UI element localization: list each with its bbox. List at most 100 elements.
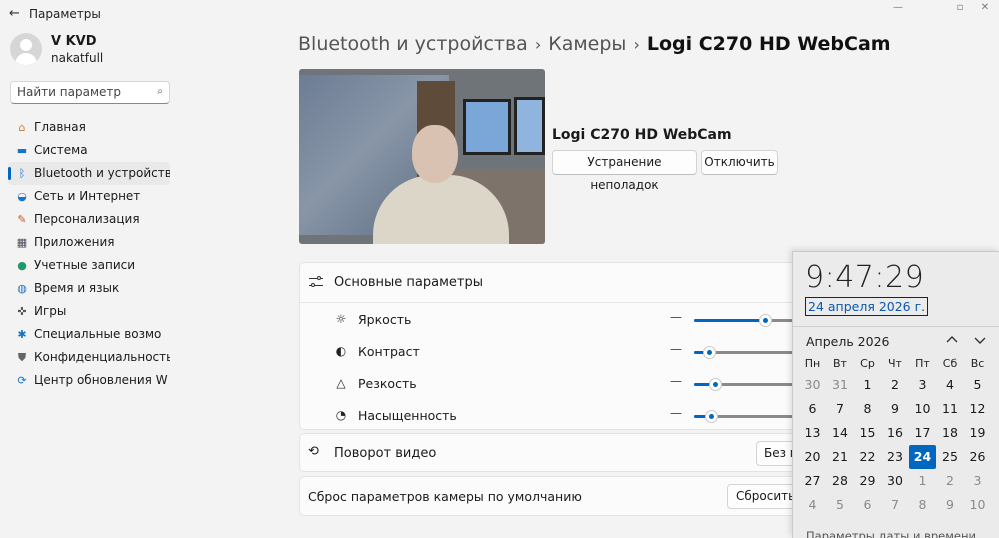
sidebar-item-apps[interactable]: ▦ Приложения xyxy=(8,231,170,254)
calendar-day[interactable]: 14 xyxy=(827,421,854,445)
sharpness-slider[interactable] xyxy=(694,378,800,391)
search-icon[interactable]: ⌕ xyxy=(157,86,163,97)
contrast-slider[interactable] xyxy=(694,346,800,359)
calendar-day[interactable]: 20 xyxy=(799,445,826,469)
calendar-day-outside[interactable]: 31 xyxy=(827,373,854,397)
sidebar-item-label: Время и язык xyxy=(34,281,120,295)
calendar-day[interactable]: 21 xyxy=(827,445,854,469)
calendar-day[interactable]: 15 xyxy=(854,421,881,445)
calendar-day-outside[interactable]: 5 xyxy=(827,493,854,517)
calendar-day[interactable]: 25 xyxy=(937,445,964,469)
calendar-day[interactable]: 8 xyxy=(854,397,881,421)
page-title: Logi C270 HD WebCam xyxy=(646,33,891,55)
camera-preview xyxy=(299,69,545,244)
sidebar-item-home[interactable]: ⌂ Главная xyxy=(8,116,170,139)
sidebar-item-accessibility[interactable]: ✱ Специальные возмо xyxy=(8,323,170,346)
chevron-up-icon[interactable] xyxy=(944,332,960,348)
calendar-day[interactable]: 29 xyxy=(854,469,881,493)
minus-icon: — xyxy=(670,406,682,420)
calendar-day[interactable]: 6 xyxy=(799,397,826,421)
breadcrumb-bluetooth[interactable]: Bluetooth и устройства xyxy=(298,33,528,55)
sidebar-item-network[interactable]: ◒ Сеть и Интернет xyxy=(8,185,170,208)
clock-date-link[interactable]: 24 апреля 2026 г. xyxy=(805,297,929,316)
sidebar-item-system[interactable]: ▬ Система xyxy=(8,139,170,162)
contrast-slider-thumb[interactable] xyxy=(702,346,716,359)
search-box[interactable]: ⌕ xyxy=(10,81,170,104)
maximize-icon[interactable]: ▫ xyxy=(950,2,970,13)
sidebar-item-personalization[interactable]: ✎ Персонализация xyxy=(8,208,170,231)
brightness-slider-thumb[interactable] xyxy=(759,314,773,327)
calendar-day[interactable]: 18 xyxy=(937,421,964,445)
search-input[interactable] xyxy=(17,85,152,99)
calendar-day-outside[interactable]: 7 xyxy=(882,493,909,517)
calendar-day[interactable]: 19 xyxy=(964,421,991,445)
sidebar-item-time-language[interactable]: ◍ Время и язык xyxy=(8,277,170,300)
calendar-day-outside[interactable]: 1 xyxy=(909,469,936,493)
calendar-day[interactable]: 2 xyxy=(882,373,909,397)
sharpness-slider-thumb[interactable] xyxy=(709,378,723,391)
calendar-day[interactable]: 3 xyxy=(909,373,936,397)
calendar-weekday: Вт xyxy=(833,357,847,370)
calendar-month[interactable]: Апрель 2026 xyxy=(806,334,890,349)
wifi-icon: ◒ xyxy=(17,190,27,203)
calendar-day[interactable]: 28 xyxy=(827,469,854,493)
calendar-day-outside[interactable]: 3 xyxy=(964,469,991,493)
sidebar-item-bluetooth[interactable]: ᛒ Bluetooth и устройств xyxy=(8,162,170,185)
calendar-day[interactable]: 1 xyxy=(854,373,881,397)
calendar-weekday: Ср xyxy=(860,357,875,370)
calendar-day[interactable]: 17 xyxy=(909,421,936,445)
calendar-day[interactable]: 30 xyxy=(882,469,909,493)
avatar[interactable] xyxy=(10,33,42,65)
sidebar-item-windows-update[interactable]: ⟳ Центр обновления W xyxy=(8,369,170,392)
sidebar-item-privacy[interactable]: ⛊ Конфиденциальность xyxy=(8,346,170,369)
calendar-day-outside[interactable]: 2 xyxy=(937,469,964,493)
brightness-slider[interactable] xyxy=(694,314,800,327)
minus-icon: — xyxy=(670,374,682,388)
calendar-day[interactable]: 9 xyxy=(882,397,909,421)
calendar-day-outside[interactable]: 30 xyxy=(799,373,826,397)
clock-calendar-flyout: 9:47:29 24 апреля 2026 г. Апрель 2026 Пн… xyxy=(792,251,999,538)
calendar-day[interactable]: 4 xyxy=(937,373,964,397)
saturation-slider[interactable] xyxy=(694,410,800,423)
preview-monitor xyxy=(514,97,545,155)
reset-button[interactable]: Сбросить xyxy=(727,484,802,509)
calendar-day[interactable]: 27 xyxy=(799,469,826,493)
chevron-right-icon: › xyxy=(534,35,542,54)
calendar-day[interactable]: 16 xyxy=(882,421,909,445)
back-arrow-icon[interactable]: ← xyxy=(9,6,20,21)
calendar-day[interactable]: 23 xyxy=(882,445,909,469)
disable-button[interactable]: Отключить xyxy=(701,150,778,175)
calendar-day-outside[interactable]: 6 xyxy=(854,493,881,517)
calendar-day[interactable]: 5 xyxy=(964,373,991,397)
saturation-slider-thumb[interactable] xyxy=(704,410,718,423)
calendar-day-outside[interactable]: 10 xyxy=(964,493,991,517)
video-rotation-card: ⟲ Поворот видео Без п xyxy=(299,433,804,472)
calendar-day-outside[interactable]: 4 xyxy=(799,493,826,517)
troubleshoot-button[interactable]: Устранение неполадок xyxy=(552,150,697,192)
calendar-day-outside[interactable]: 8 xyxy=(909,493,936,517)
calendar-day[interactable]: 10 xyxy=(909,397,936,421)
basic-settings-card: Основные параметры ☼ Яркость — ◐ Контрас… xyxy=(299,262,800,430)
basic-settings-header[interactable]: Основные параметры xyxy=(300,263,800,303)
calendar-day[interactable]: 7 xyxy=(827,397,854,421)
breadcrumb-cameras[interactable]: Камеры xyxy=(548,33,626,55)
close-icon[interactable]: ✕ xyxy=(975,2,995,13)
calendar-day-outside[interactable]: 9 xyxy=(937,493,964,517)
sidebar-item-accounts[interactable]: ● Учетные записи xyxy=(8,254,170,277)
sidebar-item-label: Главная xyxy=(34,120,86,134)
saturation-label: Насыщенность xyxy=(358,408,457,423)
calendar-weekday-row: Пн Вт Ср Чт Пт Сб Вс xyxy=(799,355,995,373)
apps-icon: ▦ xyxy=(16,236,28,249)
chevron-down-icon[interactable] xyxy=(972,332,988,348)
calendar-day[interactable]: 13 xyxy=(799,421,826,445)
calendar-day[interactable]: 11 xyxy=(937,397,964,421)
minimize-icon[interactable]: — xyxy=(888,2,908,13)
calendar-day-today[interactable]: 24 xyxy=(909,445,936,469)
calendar-day[interactable]: 26 xyxy=(964,445,991,469)
date-time-settings-link[interactable]: Параметры даты и времени xyxy=(806,529,976,538)
sidebar-item-gaming[interactable]: ✜ Игры xyxy=(8,300,170,323)
calendar-day[interactable]: 12 xyxy=(964,397,991,421)
calendar-grid: Пн Вт Ср Чт Пт Сб Вс 30 31 1 2 3 4 5 6 7 8 9 10 11 12 13 14 15 1… xyxy=(799,355,995,517)
calendar-day[interactable]: 22 xyxy=(854,445,881,469)
minus-icon: — xyxy=(670,342,682,356)
